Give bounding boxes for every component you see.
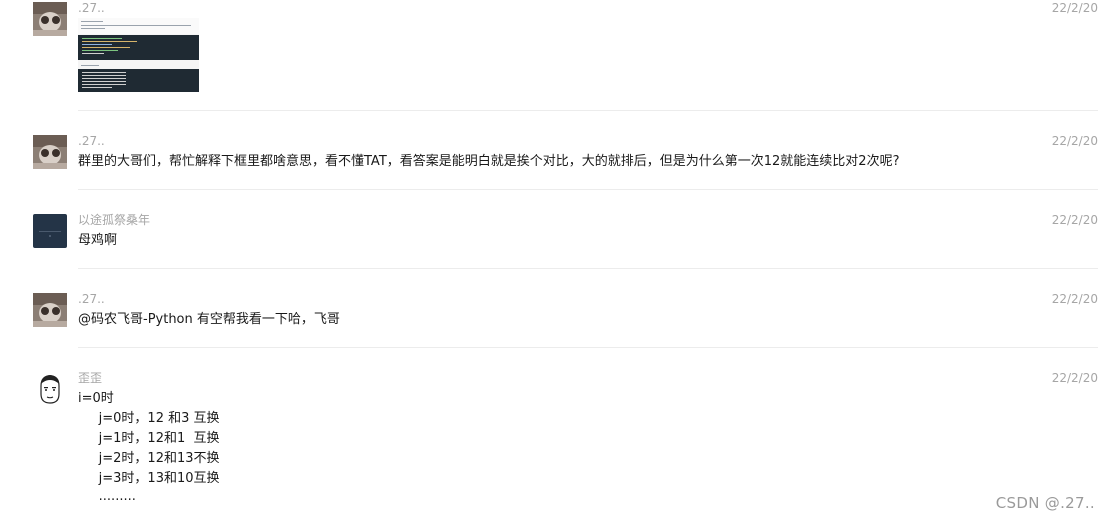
message-text-line: i=0时 [78, 391, 114, 406]
chat-history: .27.. 22/2/20 .27.. 22/2/20 群里的大哥们，帮忙解释下… [0, 0, 1109, 520]
message-text-line: ......... [78, 489, 136, 504]
message-time: 22/2/20 [1051, 1, 1098, 15]
sender-name[interactable]: 歪歪 [78, 371, 102, 385]
message-text: @码农飞哥-Python 有空帮我看一下哈，飞哥 [78, 312, 340, 327]
sender-name[interactable]: .27.. [78, 1, 105, 15]
message-time: 22/2/20 [1051, 213, 1098, 227]
cat-avatar-icon [33, 135, 67, 169]
cat-avatar-icon [33, 2, 67, 36]
cartoon-face-avatar-icon [33, 372, 67, 406]
dark-avatar-icon [33, 214, 67, 248]
avatar[interactable] [33, 372, 67, 406]
message-text-line: j=2时，12和13不换 [78, 451, 220, 466]
message-text-line: j=3时，13和10互换 [78, 471, 220, 486]
sender-name[interactable]: 以途孤祭桑年 [78, 213, 150, 227]
message-divider [78, 110, 1098, 111]
avatar[interactable] [33, 2, 67, 36]
message-text: 群里的大哥们，帮忙解释下框里都啥意思，看不懂TAT，看答案是能明白就是挨个对比，… [78, 154, 900, 169]
message-divider [78, 189, 1098, 190]
avatar[interactable] [33, 293, 67, 327]
cat-avatar-icon [33, 293, 67, 327]
message-time: 22/2/20 [1051, 134, 1098, 148]
avatar[interactable] [33, 214, 67, 248]
code-screenshot-thumbnail[interactable] [78, 18, 199, 92]
message-divider [78, 268, 1098, 269]
message-divider [78, 347, 1098, 348]
avatar[interactable] [33, 135, 67, 169]
message-time: 22/2/20 [1051, 371, 1098, 385]
watermark: CSDN @.27.. [995, 494, 1095, 512]
message-time: 22/2/20 [1051, 292, 1098, 306]
message-text: 母鸡啊 [78, 233, 118, 248]
sender-name[interactable]: .27.. [78, 134, 105, 148]
message-text-line: j=0时，12 和3 互换 [78, 411, 220, 426]
sender-name[interactable]: .27.. [78, 292, 105, 306]
message-text-line: j=1时，12和1 互换 [78, 431, 220, 446]
